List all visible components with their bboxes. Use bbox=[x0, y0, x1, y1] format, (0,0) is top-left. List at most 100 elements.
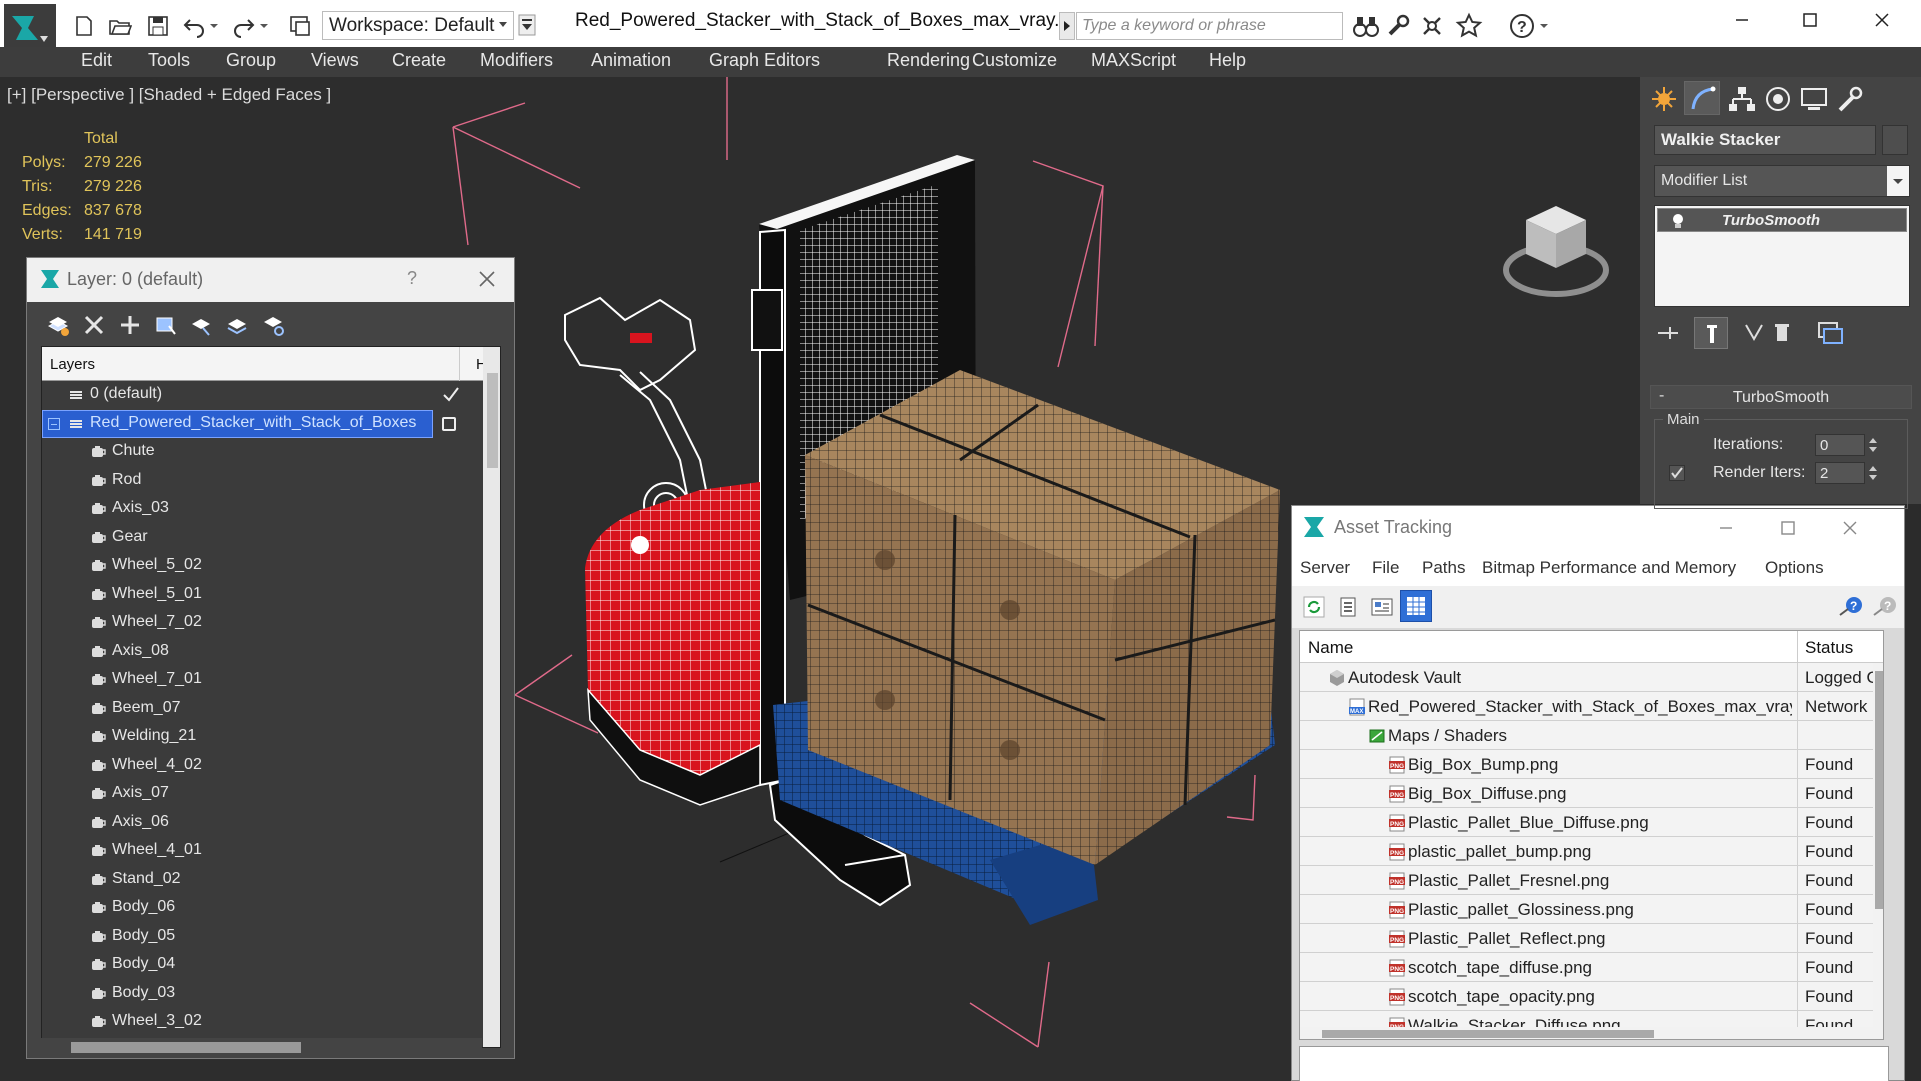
asset-tracking-titlebar[interactable]: Asset Tracking bbox=[1292, 506, 1904, 550]
highlight-layer-icon[interactable] bbox=[189, 312, 215, 338]
search-expand-button[interactable] bbox=[1059, 12, 1075, 40]
asset-row[interactable]: Maps / Shaders bbox=[1300, 721, 1873, 750]
close-window-icon[interactable] bbox=[1862, 6, 1902, 34]
layer-row[interactable]: Red_Powered_Stacker_with_Stack_of_Boxes bbox=[42, 409, 483, 438]
undo-icon[interactable] bbox=[182, 14, 206, 38]
pin-stack-icon[interactable] bbox=[1654, 319, 1682, 347]
layer-object-row[interactable]: Axis_07 bbox=[42, 780, 483, 808]
modify-tab[interactable] bbox=[1684, 81, 1720, 115]
search-input[interactable]: Type a keyword or phrase bbox=[1076, 12, 1343, 40]
lightbulb-icon[interactable] bbox=[1670, 212, 1686, 230]
object-color-swatch[interactable] bbox=[1882, 125, 1908, 155]
asset-row[interactable]: PNG Big_Box_Bump.png Found bbox=[1300, 750, 1873, 779]
utilities-tab-icon[interactable] bbox=[1834, 84, 1866, 114]
scrollbar-thumb[interactable] bbox=[71, 1042, 301, 1053]
configure-modifier-sets-icon[interactable] bbox=[1816, 319, 1844, 347]
layer-dialog-titlebar[interactable]: Layer: 0 (default) ? bbox=[27, 258, 514, 302]
menu-animation[interactable]: Animation bbox=[591, 50, 671, 71]
menu-customize[interactable]: Customize bbox=[972, 50, 1057, 71]
layer-object-row[interactable]: Wheel_7_02 bbox=[42, 609, 483, 637]
project-folder-icon[interactable] bbox=[288, 14, 312, 38]
motion-tab-icon[interactable] bbox=[1762, 84, 1794, 114]
show-end-result-button[interactable] bbox=[1694, 317, 1728, 349]
asset-row[interactable]: PNG Plastic_Pallet_Reflect.png Found bbox=[1300, 924, 1873, 953]
asset-row[interactable]: PNG Plastic_pallet_Glossiness.png Found bbox=[1300, 895, 1873, 924]
menu-paths[interactable]: Paths bbox=[1422, 558, 1465, 578]
asset-horizontal-scrollbar[interactable] bbox=[1300, 1027, 1883, 1039]
layer-object-row[interactable]: Gear bbox=[42, 524, 483, 552]
column-status[interactable]: Status bbox=[1805, 638, 1853, 658]
menu-file[interactable]: File bbox=[1372, 558, 1399, 578]
menu-help[interactable]: Help bbox=[1209, 50, 1246, 71]
render-iters-spinner[interactable]: 2 bbox=[1815, 462, 1865, 484]
table-view-button[interactable] bbox=[1400, 590, 1432, 622]
remove-modifier-icon[interactable] bbox=[1768, 319, 1796, 347]
layer-object-row[interactable]: Wheel_4_02 bbox=[42, 752, 483, 780]
favorites-star-icon[interactable] bbox=[1455, 12, 1483, 40]
viewcube[interactable] bbox=[1502, 202, 1612, 302]
menu-rendering[interactable]: Rendering bbox=[887, 50, 970, 71]
close-icon[interactable] bbox=[1838, 516, 1862, 540]
asset-row[interactable]: PNG Plastic_Pallet_Fresnel.png Found bbox=[1300, 866, 1873, 895]
layer-vertical-scrollbar[interactable] bbox=[483, 347, 500, 1047]
asset-vertical-scrollbar[interactable] bbox=[1873, 663, 1883, 1027]
scrollbar-thumb[interactable] bbox=[1875, 671, 1883, 909]
render-iters-checkbox[interactable] bbox=[1669, 465, 1685, 481]
menu-graph-editors[interactable]: Graph Editors bbox=[709, 50, 820, 71]
modifier-stack-item[interactable]: TurboSmooth bbox=[1657, 208, 1907, 232]
open-file-icon[interactable] bbox=[108, 14, 132, 38]
help-icon[interactable]: ? bbox=[1838, 595, 1864, 619]
asset-row[interactable]: PNG Plastic_Pallet_Blue_Diffuse.png Found bbox=[1300, 808, 1873, 837]
layer-object-row[interactable]: Wheel_7_01 bbox=[42, 666, 483, 694]
layer-object-row[interactable]: Body_04 bbox=[42, 951, 483, 979]
asset-row[interactable]: MAX Red_Powered_Stacker_with_Stack_of_Box… bbox=[1300, 692, 1873, 721]
modifier-list-dropdown[interactable]: Modifier List bbox=[1654, 165, 1910, 197]
layer-object-row[interactable]: Axis_08 bbox=[42, 638, 483, 666]
scrollbar-thumb[interactable] bbox=[487, 373, 498, 468]
menu-server[interactable]: Server bbox=[1300, 558, 1350, 578]
collapse-toggle-icon[interactable] bbox=[48, 417, 60, 430]
layer-object-row[interactable]: Wheel_4_01 bbox=[42, 837, 483, 865]
spinner-arrows-icon[interactable] bbox=[1867, 462, 1879, 484]
make-unique-icon[interactable] bbox=[1740, 319, 1768, 347]
connect-icon[interactable] bbox=[1418, 12, 1446, 40]
layer-object-row[interactable]: Beem_07 bbox=[42, 695, 483, 723]
new-layer-icon[interactable] bbox=[45, 312, 71, 338]
menu-options[interactable]: Options bbox=[1765, 558, 1824, 578]
context-help-icon[interactable]: ? bbox=[1872, 595, 1898, 619]
iterations-spinner[interactable]: 0 bbox=[1815, 434, 1865, 456]
layer-object-row[interactable]: Body_05 bbox=[42, 923, 483, 951]
current-layer-check-icon[interactable] bbox=[442, 386, 460, 404]
layer-properties-icon[interactable] bbox=[261, 312, 287, 338]
binoculars-icon[interactable] bbox=[1352, 12, 1380, 40]
asset-row[interactable]: PNG scotch_tape_opacity.png Found bbox=[1300, 982, 1873, 1011]
layer-row[interactable]: 0 (default) bbox=[42, 381, 483, 409]
create-tab-icon[interactable] bbox=[1648, 84, 1680, 114]
save-icon[interactable] bbox=[146, 14, 170, 38]
chevron-down-icon[interactable] bbox=[1887, 166, 1909, 196]
viewport-label[interactable]: [+] [Perspective ] [Shaded + Edged Faces… bbox=[7, 85, 331, 105]
close-icon[interactable] bbox=[475, 267, 499, 291]
asset-table[interactable]: Name Status Autodesk VaultLogged Out MAX R… bbox=[1299, 630, 1884, 1040]
layer-object-row[interactable]: Welding_21 bbox=[42, 723, 483, 751]
undo-dropdown-icon[interactable] bbox=[208, 14, 220, 38]
layer-object-row[interactable]: Wheel_5_02 bbox=[42, 552, 483, 580]
set-current-layer-icon[interactable] bbox=[225, 312, 251, 338]
thumbnail-view-icon[interactable] bbox=[1370, 595, 1394, 619]
rollout-header[interactable]: - TurboSmooth bbox=[1650, 385, 1912, 409]
new-file-icon[interactable] bbox=[72, 14, 96, 38]
menu-modifiers[interactable]: Modifiers bbox=[480, 50, 553, 71]
scrollbar-thumb[interactable] bbox=[1322, 1030, 1654, 1038]
hide-toggle-icon[interactable] bbox=[442, 416, 456, 431]
column-layers[interactable]: Layers bbox=[50, 356, 95, 373]
delete-layer-icon[interactable] bbox=[81, 312, 107, 338]
asset-row[interactable]: Autodesk VaultLogged Out bbox=[1300, 663, 1883, 692]
menu-edit[interactable]: Edit bbox=[81, 50, 112, 71]
select-objects-icon[interactable] bbox=[153, 312, 179, 338]
redo-dropdown-icon[interactable] bbox=[258, 14, 270, 38]
menu-views[interactable]: Views bbox=[311, 50, 359, 71]
layer-object-row[interactable]: Rod bbox=[42, 467, 483, 495]
minimize-icon[interactable] bbox=[1714, 516, 1738, 540]
display-tab-icon[interactable] bbox=[1798, 84, 1830, 114]
help-button[interactable]: ? bbox=[407, 268, 417, 289]
